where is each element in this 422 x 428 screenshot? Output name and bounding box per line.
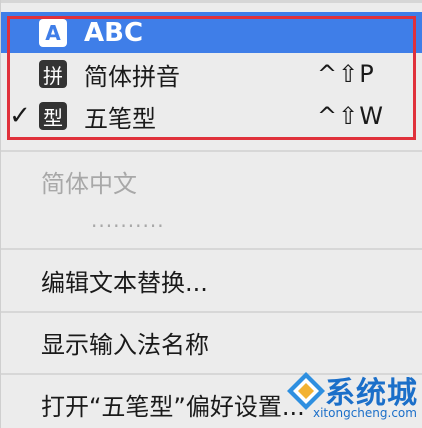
- menu-separator: [1, 150, 422, 152]
- wubi-input-icon: 型: [39, 102, 67, 130]
- menu-item-show-input-name[interactable]: 显示输入法名称: [1, 322, 422, 362]
- pinyin-input-icon: 拼: [39, 60, 67, 88]
- show-input-name-label: 显示输入法名称: [41, 330, 209, 359]
- menu-item-pinyin[interactable]: 拼 简体拼音 ^⇧P: [1, 53, 422, 95]
- menu-separator: [1, 248, 422, 250]
- menu-item-abc-label: ABC: [84, 17, 144, 48]
- check-mark-icon: ✓: [9, 101, 31, 131]
- menu-item-wubi[interactable]: ✓ 型 五笔型 ^⇧W: [1, 95, 422, 137]
- watermark-url: xitongcheng.com: [313, 406, 417, 420]
- section-header-label: 简体中文: [41, 169, 137, 198]
- menu-item-wubi-label: 五笔型: [84, 104, 156, 133]
- menu-separator: [1, 311, 422, 313]
- section-header-simplified-chinese: 简体中文: [1, 162, 422, 200]
- watermark: 系统城 xitongcheng.com: [283, 362, 422, 428]
- abc-input-icon: A: [39, 18, 67, 47]
- menu-item-pinyin-label: 简体拼音: [84, 62, 180, 91]
- input-method-menu: A ABC 拼 简体拼音 ^⇧P ✓ 型 五笔型 ^⇧W 简体中文 ······…: [0, 0, 422, 428]
- edit-text-replacement-label: 编辑文本替换...: [41, 268, 208, 297]
- menu-top-edge: [1, 0, 422, 3]
- pinyin-shortcut: ^⇧P: [317, 60, 375, 88]
- wubi-shortcut: ^⇧W: [317, 102, 384, 130]
- placeholder-dots: ··········: [91, 214, 165, 238]
- menu-item-abc[interactable]: A ABC: [1, 12, 422, 53]
- menu-item-edit-text-replacement[interactable]: 编辑文本替换...: [1, 260, 422, 300]
